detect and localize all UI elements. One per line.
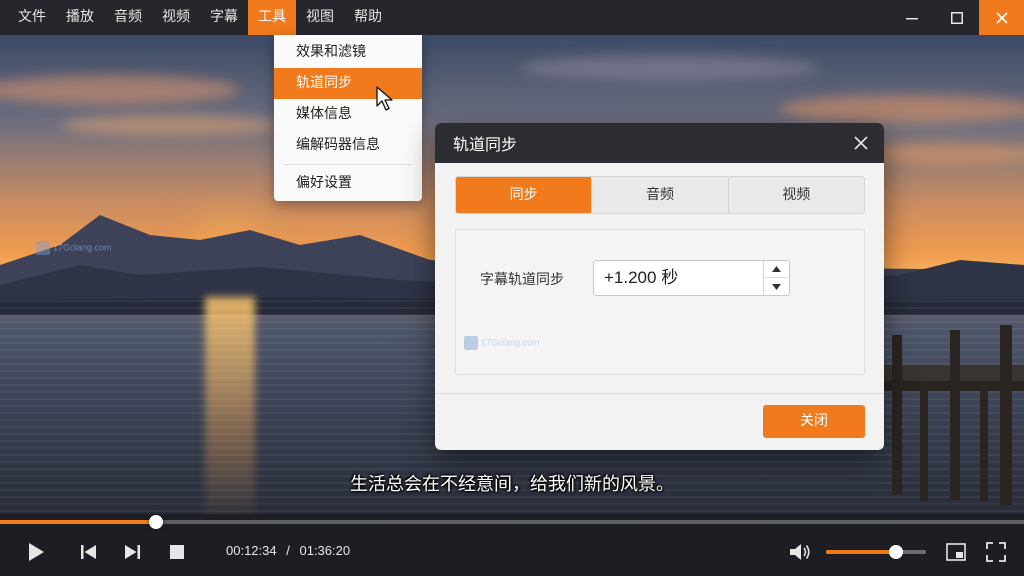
mouse-cursor-icon [376,86,393,111]
chevron-up-icon [772,266,781,272]
increment-button[interactable] [764,261,789,278]
menu-view[interactable]: 视图 [296,0,344,35]
volume-slider[interactable] [826,545,926,559]
menu-subtitle[interactable]: 字幕 [200,0,248,35]
track-sync-dialog: 轨道同步 同步 音频 视频 字幕轨道同步 +1.200 秒 17Golang.c… [435,123,884,450]
chevron-down-icon [772,283,781,290]
menu-file[interactable]: 文件 [8,0,56,35]
previous-button[interactable] [77,540,101,564]
sync-panel: 字幕轨道同步 +1.200 秒 17Golang.com [455,229,865,375]
stop-icon [170,545,184,559]
tab-sync[interactable]: 同步 [456,177,593,213]
minimize-icon [905,17,918,19]
maximize-icon [950,11,963,24]
sync-tabs: 同步 音频 视频 [455,176,865,214]
subtitle-sync-label: 字幕轨道同步 [480,272,564,288]
subtitle-sync-value[interactable]: +1.200 秒 [604,261,678,295]
spin-buttons [763,261,789,295]
play-icon [29,543,44,561]
watermark: 17Golang.com [464,336,540,350]
maximize-button[interactable] [934,0,979,35]
menu-playback[interactable]: 播放 [56,0,104,35]
player-controls: 00:12:34 / 01:36:20 [0,514,1024,576]
tab-audio[interactable]: 音频 [592,177,729,213]
seek-handle[interactable] [148,515,163,529]
volume-handle[interactable] [889,545,903,559]
menu-video[interactable]: 视频 [152,0,200,35]
volume-fill [826,550,896,554]
volume-icon [790,544,810,560]
seek-bar-fill [0,520,156,524]
tab-video[interactable]: 视频 [729,177,864,213]
menu-help[interactable]: 帮助 [344,0,392,35]
window-close-button[interactable] [979,0,1024,35]
menu-audio[interactable]: 音频 [104,0,152,35]
volume-button[interactable] [788,540,812,564]
dialog-footer-divider [435,393,884,394]
tools-menu: 效果和滤镜 轨道同步 媒体信息 编解码器信息 偏好设置 [274,35,422,201]
window-controls [889,0,1024,35]
close-icon [995,11,1008,24]
picture-in-picture-icon [946,543,966,561]
current-time: 00:12:34 [226,543,277,558]
time-display: 00:12:34 / 01:36:20 [226,543,350,558]
menu-item-codec-info[interactable]: 编解码器信息 [274,130,422,161]
dialog-header: 轨道同步 [435,123,884,163]
mini-player-button[interactable] [944,540,968,564]
fullscreen-button[interactable] [984,540,1008,564]
skip-previous-icon [81,545,96,559]
menu-separator [284,164,412,165]
play-button[interactable] [24,540,48,564]
minimize-button[interactable] [889,0,934,35]
next-button[interactable] [120,540,144,564]
close-button[interactable]: 关闭 [763,405,865,438]
menu-bar: 文件 播放 音频 视频 字幕 工具 视图 帮助 [0,0,1024,35]
menu-item-media-info[interactable]: 媒体信息 [274,99,422,130]
menu-item-track-sync[interactable]: 轨道同步 [274,68,422,99]
menu-item-effects-filters[interactable]: 效果和滤镜 [274,37,422,68]
time-separator: / [286,543,290,558]
menu-item-preferences[interactable]: 偏好设置 [274,168,422,199]
skip-next-icon [125,545,140,559]
watermark: 17Golang.com [36,241,112,255]
fullscreen-icon [986,542,1006,562]
total-time: 01:36:20 [299,543,351,558]
decrement-button[interactable] [764,278,789,295]
dialog-close-icon[interactable] [852,134,870,152]
subtitle-text: 生活总会在不经意间，给我们新的风景。 [350,474,674,495]
menu-tools[interactable]: 工具 [248,0,296,35]
seek-bar[interactable] [0,515,1024,529]
stop-button[interactable] [165,540,189,564]
dialog-title: 轨道同步 [453,135,518,154]
subtitle-sync-spinbox[interactable]: +1.200 秒 [593,260,790,296]
